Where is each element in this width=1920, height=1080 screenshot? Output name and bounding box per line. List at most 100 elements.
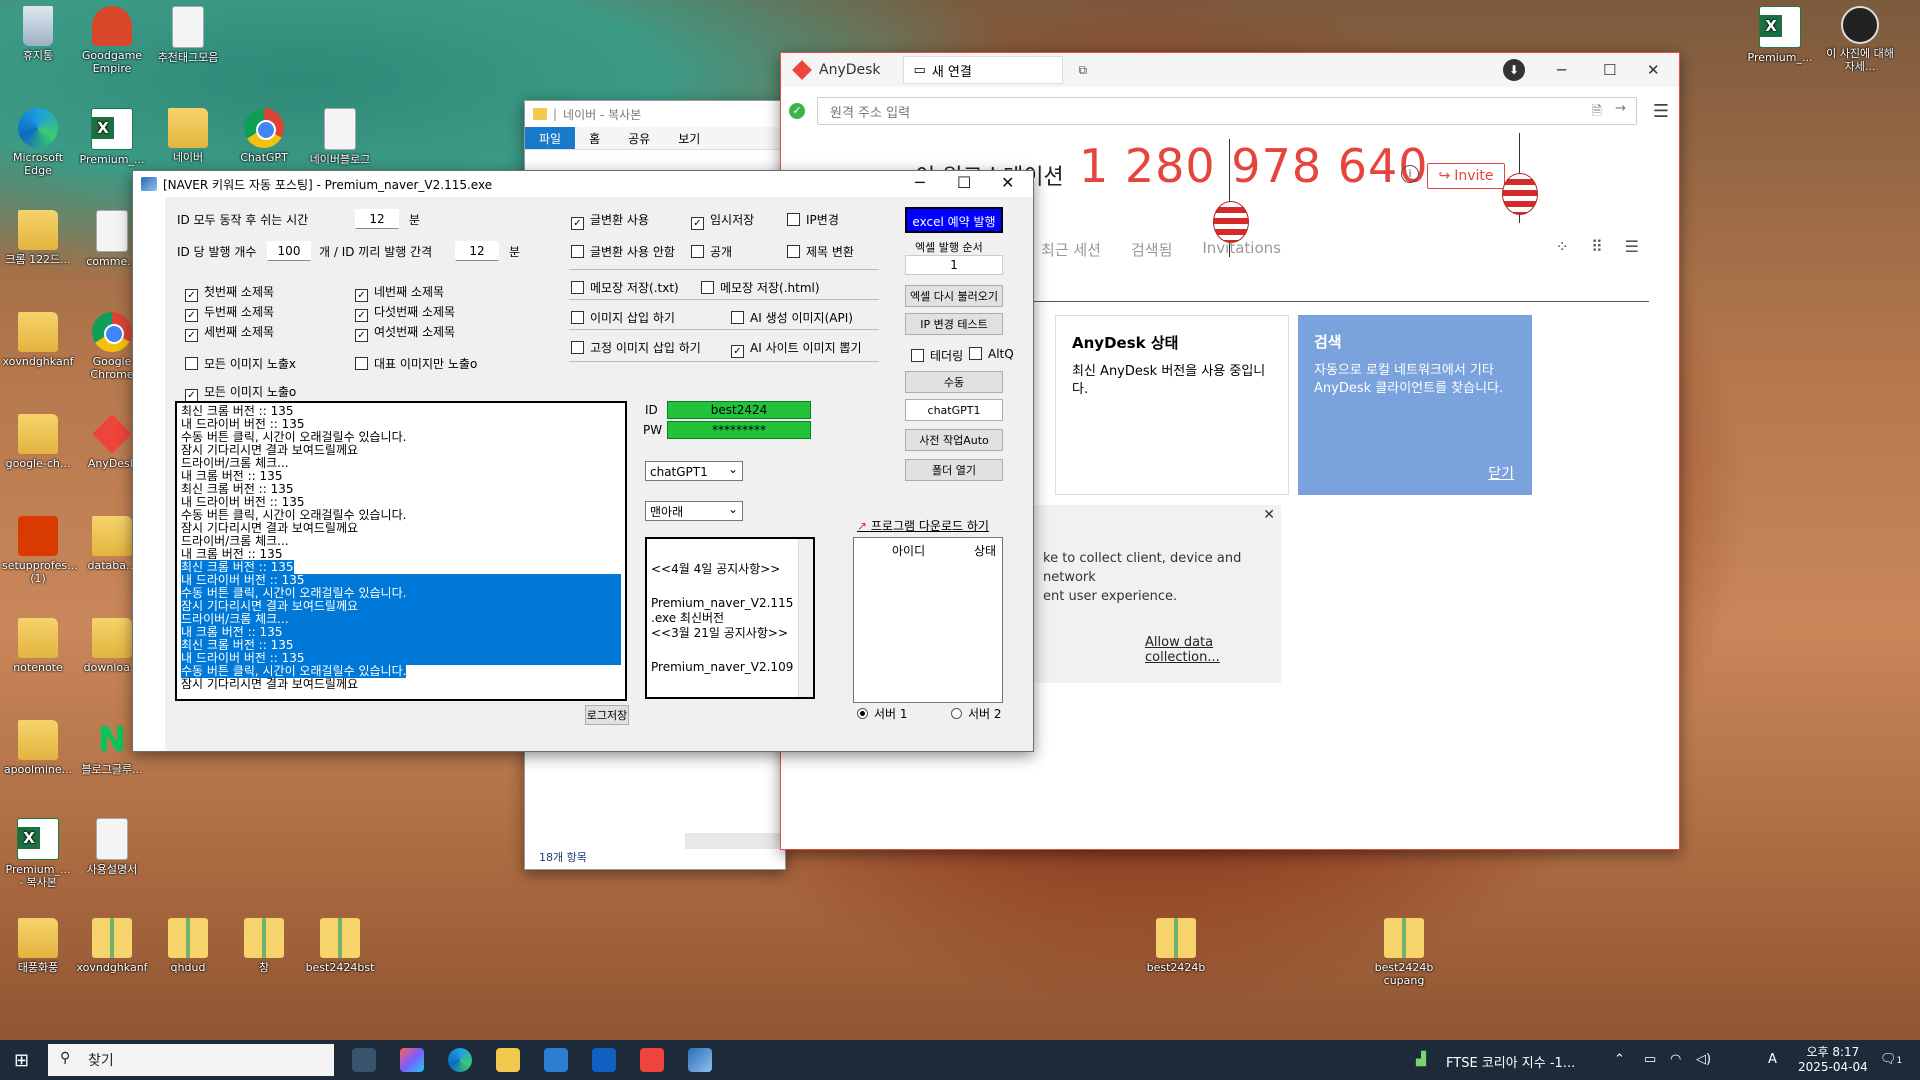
notification-icon[interactable]: 🗨1	[1880, 1052, 1902, 1067]
all-images-on-checkbox[interactable]: ✓ 모든 이미지 노출o	[185, 383, 296, 402]
new-tab-icon[interactable]: ⧉	[1079, 63, 1088, 78]
desktop-icon[interactable]: apoolmine...	[2, 720, 74, 776]
fixed-image-checkbox[interactable]: 고정 이미지 삽입 하기	[571, 339, 701, 356]
desktop-icon[interactable]: Microsoft Edge	[2, 108, 74, 177]
log-textbox[interactable]: 최신 크롬 버전 :: 135 내 드라이버 버전 :: 135 수동 버튼 클릭,…	[175, 401, 627, 701]
ai-model-select[interactable]: chatGPT1	[645, 459, 743, 481]
desktop-icon[interactable]: ChatGPT	[228, 108, 300, 164]
excel-reserve-button[interactable]: excel 예약 발행	[905, 207, 1003, 233]
notice-board[interactable]: <<4월 4일 공지사항>> Premium_naver_V2.115 .exe 최…	[645, 537, 815, 699]
close-icon[interactable]: ✕	[1263, 507, 1275, 523]
tethering-checkbox[interactable]: 테더링	[911, 347, 963, 364]
copilot-icon[interactable]	[400, 1048, 424, 1072]
info-icon[interactable]: i	[1401, 165, 1419, 183]
pw-field[interactable]: *********	[667, 421, 811, 439]
outlook-icon[interactable]	[592, 1048, 616, 1072]
naver-poster-icon[interactable]	[688, 1048, 712, 1072]
file-transfer-icon[interactable]: 🗎	[1592, 102, 1602, 124]
minimize-button[interactable]: ─	[1557, 61, 1566, 79]
session-tab[interactable]: Invitations	[1202, 239, 1281, 260]
task-view-icon[interactable]	[352, 1048, 376, 1072]
program-download-link[interactable]: ↗ 프로그램 다운로드 하기	[857, 517, 989, 534]
tempsave-checkbox[interactable]: ✓ 임시저장	[691, 211, 754, 230]
tab-new-connection[interactable]: ▭ 새 연결	[902, 56, 1063, 84]
ticker-text[interactable]: FTSE 코리아 지수 -1...	[1446, 1052, 1575, 1071]
download-icon[interactable]: ⬇	[1503, 59, 1525, 81]
horizontal-scrollbar[interactable]	[685, 833, 785, 849]
interval-input[interactable]: 12	[455, 241, 499, 261]
ribbon-tab[interactable]: 홈	[575, 127, 614, 149]
alt-checkbox[interactable]: AltQ	[969, 347, 1014, 361]
no-transform-checkbox[interactable]: 글변환 사용 안함	[571, 243, 675, 260]
edge-icon[interactable]	[448, 1048, 472, 1072]
file-explorer-icon[interactable]	[496, 1048, 520, 1072]
desktop-icon[interactable]: xovndghkanf	[2, 312, 74, 368]
transform-checkbox[interactable]: ✓ 글변환 사용	[571, 211, 649, 230]
chatgpt-button[interactable]: chatGPT1	[905, 399, 1003, 421]
memo-txt-checkbox[interactable]: 메모장 저장(.txt)	[571, 279, 679, 296]
clock[interactable]: 오후 8:17 2025-04-04	[1798, 1043, 1868, 1074]
id-field[interactable]: best2424	[667, 401, 811, 419]
excel-order-input[interactable]: 1	[905, 255, 1003, 275]
minimize-button[interactable]: ─	[915, 173, 925, 192]
ribbon-tab[interactable]: 파일	[525, 127, 576, 149]
hamburger-menu-icon[interactable]: ☰	[1653, 101, 1669, 122]
open-folder-button[interactable]: 폴더 열기	[905, 459, 1003, 481]
desktop-icon[interactable]: 네이버	[152, 108, 224, 164]
battery-icon[interactable]: ▭	[1644, 1052, 1656, 1067]
desktop-icon[interactable]: 휴지통	[2, 6, 74, 62]
anydesk-icon[interactable]	[640, 1048, 664, 1072]
image-insert-checkbox[interactable]: 이미지 삽입 하기	[571, 309, 675, 326]
chevron-up-icon[interactable]: ⌃	[1614, 1052, 1625, 1067]
notice-scrollbar[interactable]	[798, 539, 813, 697]
list-view-icon[interactable]: ☰	[1625, 237, 1639, 256]
windows-start-icon[interactable]: ⊞	[14, 1050, 29, 1071]
server2-radio[interactable]: 서버 2	[951, 705, 1002, 722]
desktop-icon[interactable]: 추천태그모음	[152, 6, 224, 64]
manual-button[interactable]: 수동	[905, 371, 1003, 393]
per-id-input[interactable]: 100	[267, 241, 311, 261]
excel-reload-button[interactable]: 엑셀 다시 불러오기	[905, 285, 1003, 307]
position-select[interactable]: 맨아래	[645, 499, 743, 521]
desktop-icon[interactable]: 이 사진에 대해 자세...	[1824, 6, 1896, 73]
desktop-icon[interactable]: xovndghkanf	[76, 918, 148, 974]
memo-html-checkbox[interactable]: 메모장 저장(.html)	[701, 279, 820, 296]
title-change-checkbox[interactable]: 제목 변환	[787, 243, 854, 260]
rep-image-only-checkbox[interactable]: 대표 이미지만 노출o	[355, 355, 477, 372]
taskbar-search[interactable]: ⚲ 찾기	[48, 1044, 334, 1076]
ime-indicator[interactable]: A	[1768, 1052, 1777, 1067]
store-icon[interactable]	[544, 1048, 568, 1072]
desktop-icon[interactable]: best2424b	[1140, 918, 1212, 974]
desktop-icon[interactable]: 태풍화풍	[2, 918, 74, 974]
server1-radio[interactable]: 서버 1	[857, 705, 908, 722]
rest-time-input[interactable]: 12	[355, 209, 399, 229]
ribbon-tab[interactable]: 공유	[614, 127, 664, 149]
desktop-icon[interactable]: best2424bst	[304, 918, 376, 974]
desktop-icon[interactable]: qhdud	[152, 918, 224, 974]
allow-data-collection-link[interactable]: Allow data collection...	[1145, 635, 1281, 665]
pre-auto-button[interactable]: 사전 작업Auto	[905, 429, 1003, 451]
ribbon-tab[interactable]: 보기	[664, 127, 714, 149]
desktop-icon[interactable]: google-ch...	[2, 414, 74, 470]
desktop-icon[interactable]: 네이버블로그	[304, 108, 376, 166]
desktop-icon[interactable]: Premium_... - 복사본	[2, 818, 74, 889]
public-checkbox[interactable]: 공개	[691, 243, 732, 260]
desktop-icon[interactable]: Premium_...	[76, 108, 148, 166]
account-status-list[interactable]: 아이디 상태	[853, 537, 1003, 703]
subtitle-checkbox[interactable]: ✓ 여섯번째 소제목	[355, 323, 455, 342]
connect-arrow-icon[interactable]: →	[1615, 101, 1626, 116]
desktop-icon[interactable]: Goodgame Empire	[76, 6, 148, 75]
subtitle-checkbox[interactable]: ✓ 두번째 소제목	[185, 303, 274, 322]
session-tab[interactable]: 검색됨	[1131, 239, 1172, 260]
volume-icon[interactable]: ◁)	[1696, 1052, 1711, 1067]
remote-address-input[interactable]: 원격 주소 입력 🗎 →	[817, 97, 1637, 125]
desktop-icon[interactable]: setupprofes... (1)	[2, 516, 78, 585]
desktop-icon[interactable]: 창	[228, 918, 300, 974]
desktop-icon[interactable]: 크롬 122드...	[2, 210, 74, 266]
ai-site-image-checkbox[interactable]: ✓ AI 사이트 이미지 뽑기	[731, 339, 862, 358]
maximize-button[interactable]: ☐	[957, 173, 971, 192]
all-images-off-checkbox[interactable]: 모든 이미지 노출x	[185, 355, 296, 372]
naver-poster-window[interactable]: [NAVER 키워드 자동 포스팅] - Premium_naver_V2.11…	[132, 170, 1034, 752]
subtitle-checkbox[interactable]: ✓ 세번째 소제목	[185, 323, 274, 342]
desktop-icon[interactable]: notenote	[2, 618, 74, 674]
